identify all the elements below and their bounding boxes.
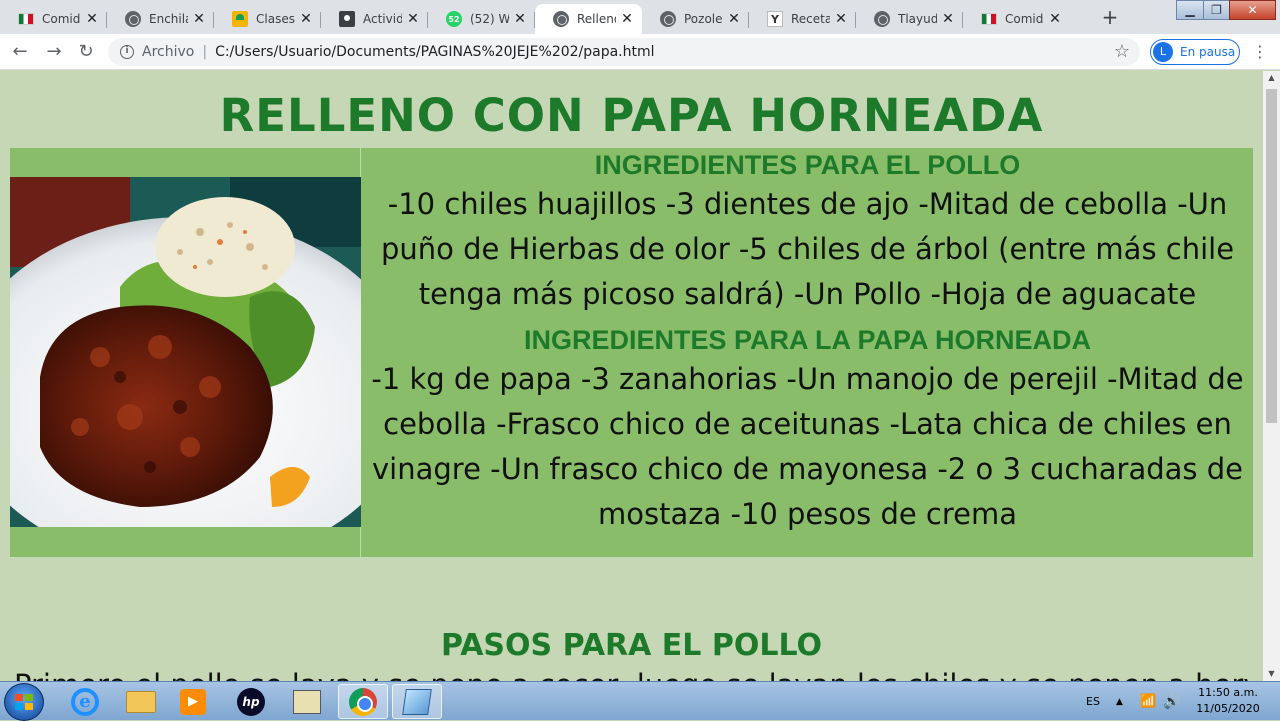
chrome-button[interactable] <box>338 684 388 719</box>
security-label: Archivo <box>142 44 195 60</box>
tab-title: Pozole <box>684 12 723 26</box>
image-cell <box>10 148 361 557</box>
close-tab-icon[interactable]: ✕ <box>727 11 741 27</box>
address-bar[interactable]: i Archivo | C:/Users/Usuario/Documents/P… <box>108 38 1140 66</box>
tab-comida-1[interactable]: Comida ✕ <box>0 4 107 34</box>
close-tab-icon[interactable]: ✕ <box>1048 11 1062 27</box>
internet-explorer-icon: e <box>71 687 99 716</box>
profile-button[interactable]: L En pausa <box>1150 39 1240 65</box>
tab-actividad[interactable]: Activida ✕ <box>321 4 428 34</box>
close-tab-icon[interactable]: ✕ <box>513 11 527 27</box>
divider: | <box>202 44 208 60</box>
start-button[interactable] <box>4 683 44 721</box>
globe-icon <box>660 11 676 27</box>
tab-tlayuda[interactable]: Tlayuda ✕ <box>856 4 963 34</box>
classroom-icon <box>232 11 248 27</box>
close-tab-icon[interactable]: ✕ <box>192 11 206 27</box>
bookmark-star-icon[interactable]: ☆ <box>1114 41 1130 62</box>
new-tab-button[interactable]: + <box>1097 5 1123 31</box>
kebab-menu-icon[interactable]: ⋮ <box>1252 42 1268 61</box>
hp-logo-icon: hp <box>237 687 265 716</box>
scroll-up-icon[interactable]: ▲ <box>1263 71 1280 85</box>
close-tab-icon[interactable]: ✕ <box>834 11 848 27</box>
url-text[interactable]: C:/Users/Usuario/Documents/PAGINAS%20JEJ… <box>215 44 654 60</box>
vertical-scrollbar[interactable]: ▲ ▼ <box>1263 71 1280 681</box>
windows-logo-icon <box>15 694 33 710</box>
tab-recetas[interactable]: Y Recetas ✕ <box>749 4 856 34</box>
volume-icon[interactable]: 🔊 <box>1163 682 1180 721</box>
chrome-icon <box>349 687 377 716</box>
steps-heading: PASOS PARA EL POLLO <box>440 628 823 663</box>
media-player-icon: ▶ <box>180 688 206 715</box>
chicken-ingredients-heading: INGREDIENTES PARA EL POLLO <box>594 150 1021 180</box>
profile-status: En pausa <box>1180 45 1236 59</box>
clock-date: 11/05/2020 <box>1196 702 1260 715</box>
tab-title: Activida <box>363 12 402 26</box>
tab-pozole[interactable]: Pozole ✕ <box>642 4 749 34</box>
maximize-button[interactable]: ❐ <box>1203 0 1230 20</box>
network-icon[interactable]: 📶 <box>1140 682 1156 721</box>
reload-icon[interactable]: ↻ <box>74 40 98 64</box>
scrollbar-thumb[interactable] <box>1266 89 1277 423</box>
media-player-button[interactable]: ▶ <box>168 684 218 719</box>
whatsapp-icon: 52 <box>446 11 462 27</box>
back-arrow-icon[interactable]: ← <box>8 40 32 64</box>
tab-clases[interactable]: Clases ✕ <box>214 4 321 34</box>
tab-relleno[interactable]: Relleno ✕ <box>535 4 642 34</box>
globe-icon <box>553 11 569 27</box>
close-window-button[interactable]: ✕ <box>1229 0 1276 20</box>
folder-icon <box>126 690 156 713</box>
presentation-app-button[interactable] <box>282 684 332 719</box>
globe-icon <box>874 11 890 27</box>
clock[interactable]: 11:50 a.m. 11/05/2020 <box>1188 685 1268 717</box>
tab-strip: Comida ✕ Enchilad ✕ Clases ✕ Activida ✕ … <box>0 0 1280 34</box>
yummly-icon: Y <box>767 11 783 27</box>
minimize-button[interactable]: ▁ <box>1176 0 1204 20</box>
tab-title: Clases <box>256 12 295 26</box>
close-tab-icon[interactable]: ✕ <box>299 11 313 27</box>
tab-title: Relleno <box>577 12 616 26</box>
mexico-flag-icon <box>981 13 997 25</box>
tab-whatsapp[interactable]: 52 (52) Wh ✕ <box>428 4 535 34</box>
notes-app-button[interactable] <box>392 684 442 719</box>
potato-ingredients-text: -1 kg de papa -3 zanahorias -Un manojo d… <box>371 362 1244 531</box>
info-icon[interactable]: i <box>120 45 134 59</box>
close-tab-icon[interactable]: ✕ <box>941 11 955 27</box>
hp-app-button[interactable]: hp <box>226 684 276 719</box>
avatar: L <box>1153 42 1173 62</box>
close-tab-icon[interactable]: ✕ <box>620 11 634 27</box>
tab-title: Enchilad <box>149 12 188 26</box>
recipe-table: INGREDIENTES PARA EL POLLO -10 chiles hu… <box>10 148 1253 557</box>
steps-text: Primero el pollo se lava y se pone a coc… <box>14 668 1254 681</box>
tab-comida-2[interactable]: Comida ✕ <box>963 4 1070 34</box>
internet-explorer-button[interactable]: e <box>60 684 110 719</box>
tab-title: (52) Wh <box>470 12 509 26</box>
assignment-icon <box>339 11 355 27</box>
page-viewport: RELLENO CON PAPA HORNEADA INGREDIENTES P… <box>0 71 1263 681</box>
close-tab-icon[interactable]: ✕ <box>406 11 420 27</box>
tab-title: Tlayuda <box>898 12 937 26</box>
page-title: RELLENO CON PAPA HORNEADA <box>219 89 1044 142</box>
tab-title: Comida <box>1005 12 1044 26</box>
taskbar: e ▶ hp ES ▲ 📶 🔊 11:50 a.m. 11/05/2020 <box>0 681 1280 721</box>
show-hidden-icons-icon[interactable]: ▲ <box>1116 682 1123 721</box>
forward-arrow-icon[interactable]: → <box>42 40 66 64</box>
ingredients-cell: INGREDIENTES PARA EL POLLO -10 chiles hu… <box>362 148 1253 557</box>
notes-icon <box>402 688 432 715</box>
globe-icon <box>125 11 141 27</box>
mexico-flag-icon <box>18 13 34 25</box>
chicken-ingredients-text: -10 chiles huajillos -3 dientes de ajo -… <box>380 187 1235 311</box>
scroll-down-icon[interactable]: ▼ <box>1263 667 1280 681</box>
language-indicator[interactable]: ES <box>1086 682 1100 721</box>
dish-photo <box>10 177 361 527</box>
close-tab-icon[interactable]: ✕ <box>85 11 99 27</box>
potato-ingredients-heading: INGREDIENTES PARA LA PAPA HORNEADA <box>523 325 1092 355</box>
browser-toolbar: ← → ↻ i Archivo | C:/Users/Usuario/Docum… <box>0 34 1280 70</box>
clock-time: 11:50 a.m. <box>1198 686 1258 699</box>
tab-title: Recetas <box>791 12 830 26</box>
tab-title: Comida <box>42 12 81 26</box>
tab-enchiladas[interactable]: Enchilad ✕ <box>107 4 214 34</box>
presentation-icon <box>293 689 321 714</box>
file-explorer-button[interactable] <box>116 684 166 719</box>
